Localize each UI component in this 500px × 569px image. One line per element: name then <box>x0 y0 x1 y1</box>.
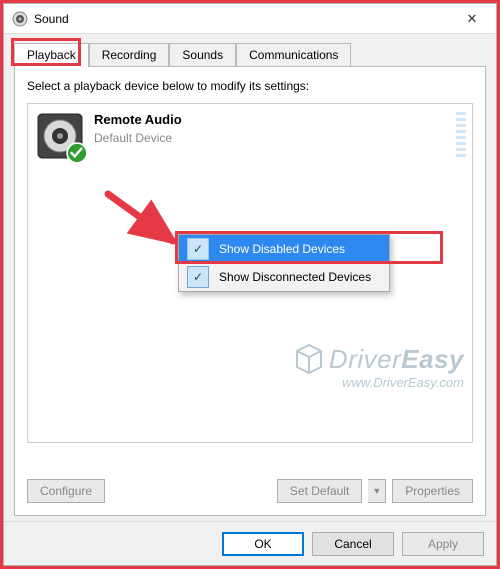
properties-button[interactable]: Properties <box>392 479 473 503</box>
tab-footer: Configure Set Default ▼ Properties <box>27 479 473 503</box>
tab-playback[interactable]: Playback <box>14 43 89 67</box>
ok-button[interactable]: OK <box>222 532 304 556</box>
menu-item-label: Show Disabled Devices <box>219 242 345 256</box>
checkmark-icon: ✓ <box>187 266 209 288</box>
dialog-footer: OK Cancel Apply <box>4 521 496 565</box>
cube-icon <box>295 343 323 375</box>
cancel-button[interactable]: Cancel <box>312 532 394 556</box>
sound-dialog: Sound ✕ Playback Recording Sounds Commun… <box>3 3 497 566</box>
tab-recording[interactable]: Recording <box>89 43 170 67</box>
titlebar: Sound ✕ <box>4 4 496 34</box>
menu-item-label: Show Disconnected Devices <box>219 270 371 284</box>
configure-button[interactable]: Configure <box>27 479 105 503</box>
tab-panel-playback: Select a playback device below to modify… <box>14 66 486 516</box>
close-icon: ✕ <box>467 11 478 27</box>
instruction-text: Select a playback device below to modify… <box>27 79 473 93</box>
watermark: DriverEasy www.DriverEasy.com <box>295 343 464 390</box>
set-default-button[interactable]: Set Default <box>277 479 362 503</box>
speaker-icon <box>36 112 84 160</box>
menu-show-disconnected[interactable]: ✓ Show Disconnected Devices <box>179 263 389 291</box>
window-title: Sound <box>34 12 452 26</box>
level-meter <box>456 112 466 157</box>
tab-sounds[interactable]: Sounds <box>169 43 236 67</box>
check-badge-icon <box>66 142 88 164</box>
device-name: Remote Audio <box>94 112 182 127</box>
menu-show-disabled[interactable]: ✓ Show Disabled Devices <box>179 235 389 263</box>
sound-icon <box>12 11 28 27</box>
apply-button[interactable]: Apply <box>402 532 484 556</box>
device-remote-audio[interactable]: Remote Audio Default Device <box>36 112 464 160</box>
device-list[interactable]: Remote Audio Default Device ✓ Show Disab… <box>27 103 473 443</box>
tab-communications[interactable]: Communications <box>236 43 351 67</box>
device-status: Default Device <box>94 131 182 145</box>
tab-strip: Playback Recording Sounds Communications <box>4 34 496 66</box>
set-default-dropdown[interactable]: ▼ <box>368 479 386 503</box>
close-button[interactable]: ✕ <box>452 4 492 34</box>
checkmark-icon: ✓ <box>187 238 209 260</box>
chevron-down-icon: ▼ <box>372 486 381 496</box>
context-menu: ✓ Show Disabled Devices ✓ Show Disconnec… <box>178 234 390 292</box>
